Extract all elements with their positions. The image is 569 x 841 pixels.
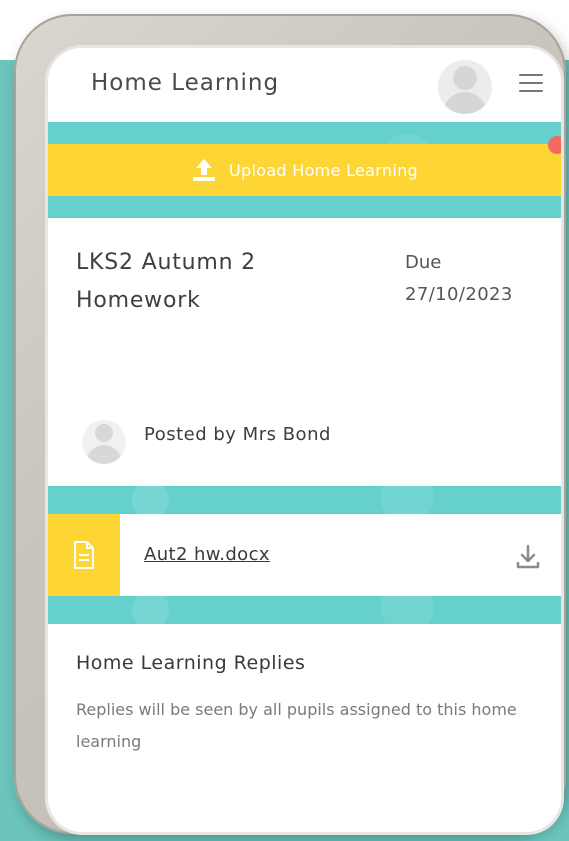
upload-icon [191,157,217,183]
teal-divider-attachment-bottom [48,596,561,624]
hamburger-menu-icon[interactable] [519,74,543,94]
upload-home-learning-button[interactable]: Upload Home Learning [48,144,561,196]
homework-title: LKS2 Autumn 2 Homework [76,250,256,313]
replies-heading: Home Learning Replies [76,652,306,674]
app-header: Home Learning [48,48,561,122]
document-icon [73,541,95,569]
download-icon[interactable] [514,543,542,571]
poster-avatar-icon [82,420,126,464]
notification-dot [548,136,561,154]
replies-description: Replies will be seen by all pupils assig… [76,700,517,751]
due-label: Due [405,252,442,273]
phone-screen: Home Learning Upload Home Learning LKS2 … [48,48,561,832]
phone-frame: Home Learning Upload Home Learning LKS2 … [14,14,566,834]
page-title: Home Learning [91,70,280,96]
due-date: 27/10/2023 [405,284,513,305]
attachment-link[interactable]: Aut2 hw.docx [144,544,270,565]
upload-label: Upload Home Learning [229,160,418,180]
attachment-row: Aut2 hw.docx [48,514,561,596]
file-badge [48,514,120,596]
teal-divider-attachment-top [48,486,561,514]
posted-by: Posted by Mrs Bond [144,424,331,445]
user-avatar-icon[interactable] [438,60,492,114]
